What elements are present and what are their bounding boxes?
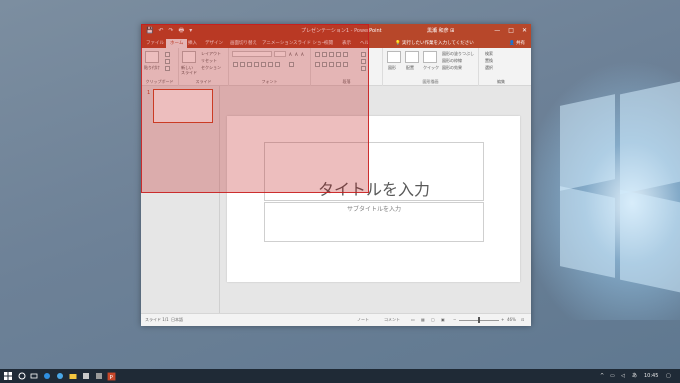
subtitle-placeholder-text: サブタイトルを入力 [346,206,401,213]
tell-me-text: 実行したい作業を入力してください [402,41,474,46]
zoom-in-icon[interactable]: + [501,317,504,322]
ime-indicator[interactable]: あ [632,372,637,380]
subtitle-placeholder[interactable]: サブタイトルを入力 [264,202,484,242]
close-button[interactable]: ✕ [522,26,527,35]
arrange-icon[interactable] [405,51,419,63]
editing-group-label: 編集 [497,79,505,84]
shapes-icon[interactable] [387,51,401,63]
shape-outline-button[interactable]: 図形の枠線 [442,58,462,64]
fit-slide-icon[interactable]: ⊡ [521,317,524,322]
drawing-group-label: 図形描画 [422,79,439,84]
find-button[interactable]: 検索 [485,51,493,57]
status-bar: スライド 1/1 日本語 ノート コメント ▭ ▦ ▢ ▣ − + 46% ⊡ [141,313,531,326]
screen-selection-overlay[interactable] [141,24,369,193]
editing-group: 検索 置換 選択 編集 [479,48,523,86]
desktop-pane [620,189,680,293]
volume-icon[interactable]: ◁ [621,372,625,380]
quick-styles-icon[interactable] [423,51,437,63]
zoom-out-icon[interactable]: − [453,317,456,322]
comments-button[interactable]: コメント [384,317,400,323]
windows-start-icon[interactable] [4,372,12,380]
normal-view-icon[interactable]: ▭ [411,317,415,322]
zoom-slider-thumb[interactable] [478,317,480,323]
slide-count: スライド 1/1 [145,317,169,322]
slideshow-view-icon[interactable]: ▣ [441,317,445,322]
window-controls: — □ ✕ [494,26,527,35]
clock[interactable]: 10:45 [644,372,658,380]
tell-me-search[interactable]: 💡 実行したい作業を入力してください [395,40,474,47]
desktop-pane [620,81,680,195]
drawing-group: 図形 配置 クイック 図形の塗りつぶし 図形の枠線 図形の効果 図形描画 [383,48,479,86]
share-button[interactable]: 👤 共有 [509,40,525,47]
reading-view-icon[interactable]: ▢ [431,317,435,322]
network-icon[interactable]: ▭ [610,372,615,380]
photos-app-icon[interactable] [82,372,90,380]
quick-styles-label[interactable]: クイック [423,65,439,71]
minimize-button[interactable]: — [494,26,500,35]
store-app-icon[interactable] [95,372,103,380]
desktop-pane [560,94,615,191]
show-hidden-icons[interactable]: ^ [600,372,604,380]
powerpoint-taskbar-icon[interactable]: P [107,372,116,381]
shape-fill-button[interactable]: 図形の塗りつぶし [442,51,474,57]
replace-button[interactable]: 置換 [485,58,493,64]
language-indicator[interactable]: 日本語 [171,317,183,323]
file-explorer-icon[interactable] [69,372,77,380]
edge-browser-icon[interactable] [43,372,51,380]
maximize-button[interactable]: □ [508,26,514,35]
zoom-level[interactable]: 46% [507,317,516,322]
user-name[interactable]: 黒瀬 和彦 ⊞ [427,27,454,35]
arrange-label[interactable]: 配置 [406,65,414,71]
task-view-icon[interactable] [30,372,38,380]
ie-browser-icon[interactable] [56,372,64,380]
desktop-pane [560,186,615,278]
taskbar: P ^ ▭ ◁ あ 10:45 ▢ [0,369,680,383]
select-button[interactable]: 選択 [485,65,493,71]
slide-sorter-icon[interactable]: ▦ [421,317,425,322]
shapes-label[interactable]: 図形 [388,65,396,71]
share-label: 共有 [516,41,525,46]
shape-effects-button[interactable]: 図形の効果 [442,65,462,71]
notes-button[interactable]: ノート [357,317,369,323]
search-icon[interactable] [18,372,26,380]
notification-icon[interactable]: ▢ [666,372,671,380]
